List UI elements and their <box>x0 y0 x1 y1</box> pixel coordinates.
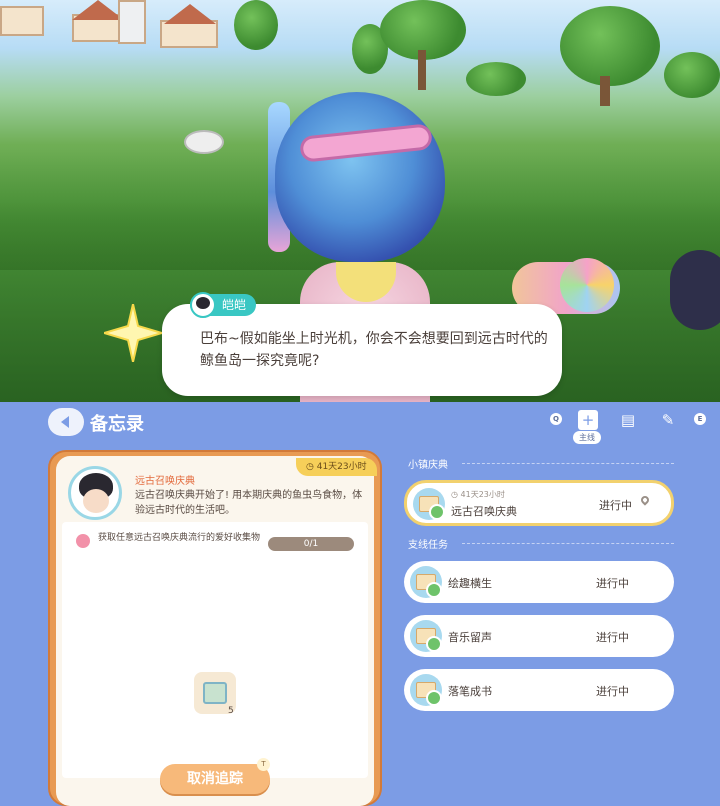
speaker-avatar <box>190 292 216 318</box>
e-key-badge[interactable]: E <box>694 413 706 425</box>
heart-icon <box>76 534 90 548</box>
player-hair <box>275 92 445 262</box>
quest-timer: ◷ 41天23小时 <box>296 458 377 476</box>
sheep <box>184 130 224 154</box>
objective-text: 获取任意远古召唤庆典流行的爱好收集物 <box>98 533 261 543</box>
tree <box>560 6 660 86</box>
tree-trunk <box>418 50 426 90</box>
quest-item-timer-text: 41天23小时 <box>460 490 505 499</box>
tree-trunk <box>600 76 610 106</box>
location-pin-icon[interactable] <box>639 494 651 506</box>
quest-item-status: 进行中 <box>596 685 629 698</box>
tree <box>664 52 720 98</box>
q-key-badge[interactable]: Q <box>550 413 562 425</box>
dialog-text: 巴布~假如能坐上时光机，你会不会想要回到远古时代的鲸鱼岛一探究竟呢? <box>200 331 548 369</box>
quest-item-side-1[interactable]: 绘趣横生 进行中 <box>404 561 674 603</box>
clock-tower <box>118 0 146 44</box>
clipboard-icon[interactable]: ▤ <box>618 410 638 430</box>
quest-item-side-2[interactable]: 音乐留声 进行中 <box>404 615 674 657</box>
speaker-name: 皑皑 <box>222 298 247 312</box>
tree <box>234 0 278 50</box>
quest-title: 远古召唤庆典 <box>135 476 195 487</box>
village-roof <box>72 0 124 20</box>
quest-book-icon <box>410 674 442 706</box>
cancel-tracking-button[interactable]: 取消追踪 <box>160 764 270 794</box>
quest-item-name: 音乐留声 <box>448 631 492 644</box>
quest-item-name: 绘趣横生 <box>448 577 492 590</box>
quest-item-name: 落笔成书 <box>448 685 492 698</box>
quest-book-icon <box>413 488 445 520</box>
reward-count: 5 <box>228 706 234 716</box>
village-house <box>160 20 218 48</box>
quest-item-side-3[interactable]: 落笔成书 进行中 <box>404 669 674 711</box>
village-house <box>0 6 44 36</box>
objective-progress: 0/1 <box>268 537 354 551</box>
village-roof <box>164 4 216 24</box>
quest-item-status: 进行中 <box>596 631 629 644</box>
section-side-quests: 支线任务 <box>408 540 448 551</box>
objective-area <box>62 522 368 778</box>
memo-title: 备忘录 <box>90 414 144 435</box>
rainbow-critter-head <box>560 258 614 312</box>
tree <box>466 62 526 96</box>
quest-item-name: 远古召唤庆典 <box>451 505 517 518</box>
quest-book-icon <box>410 620 442 652</box>
main-quest-icon[interactable]: + <box>578 410 598 430</box>
gift-box-icon <box>203 682 227 704</box>
notebook-icon[interactable]: ✎ <box>658 410 678 430</box>
section-town-festival: 小镇庆典 <box>408 460 448 471</box>
quest-timer-text: 41天23小时 <box>316 462 367 472</box>
section-divider <box>462 463 674 464</box>
quest-item-timer: ◷ 41天23小时 <box>451 490 505 499</box>
quest-item-status: 进行中 <box>599 499 632 512</box>
dark-creature <box>670 250 720 330</box>
t-key-badge: T <box>257 758 270 771</box>
quest-item-status: 进行中 <box>596 577 629 590</box>
quest-book-icon <box>410 566 442 598</box>
npc-avatar <box>68 466 122 520</box>
quest-item-ancient-festival[interactable]: ◷ 41天23小时 远古召唤庆典 进行中 <box>404 480 674 526</box>
sparkle-icon <box>104 304 162 362</box>
back-button[interactable] <box>48 408 84 436</box>
quest-description: 远古召唤庆典开始了! 用本期庆典的鱼虫鸟食物，体验远古时代的生活吧。 <box>135 490 363 516</box>
section-divider <box>462 543 674 544</box>
main-quest-tab-label[interactable]: 主线 <box>573 431 601 444</box>
